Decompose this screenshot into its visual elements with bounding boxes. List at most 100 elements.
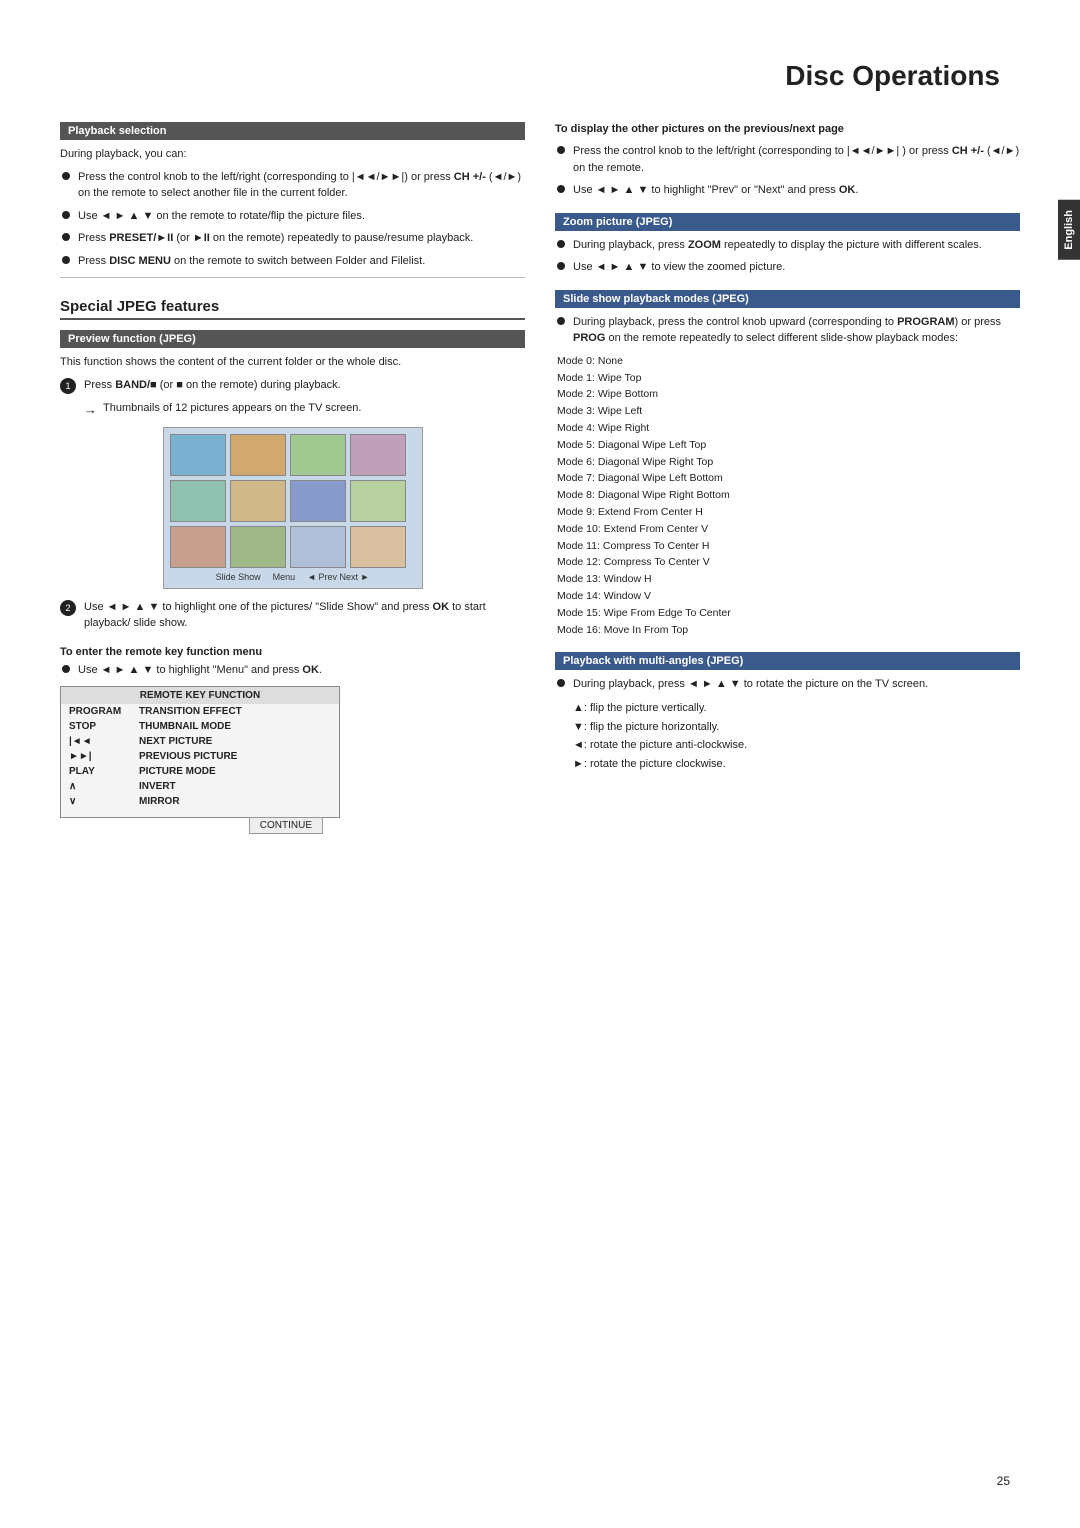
multi-sub-4: ►: rotate the picture clockwise. (573, 755, 1020, 774)
bullet-dot (62, 665, 70, 673)
remote-key-play: PLAY (69, 766, 139, 777)
thumb-row-1 (170, 434, 416, 476)
bullet-dot (557, 240, 565, 248)
mode-13: Mode 13: Window H (557, 571, 1020, 588)
thumb-row-2 (170, 480, 416, 522)
remote-menu-text: Use ◄ ► ▲ ▼ to highlight "Menu" and pres… (78, 662, 525, 679)
bullet-dot (557, 146, 565, 154)
thumb-cell (290, 434, 346, 476)
playback-bullet-2-text: Use ◄ ► ▲ ▼ on the remote to rotate/flip… (78, 208, 525, 225)
playback-bullet-3: Press PRESET/►II (or ►II on the remote) … (60, 230, 525, 247)
multi-sub-3: ◄: rotate the picture anti-clockwise. (573, 736, 1020, 755)
mode-14: Mode 14: Window V (557, 588, 1020, 605)
remote-val-down: MIRROR (139, 796, 331, 807)
zoom-jpeg-header: Zoom picture (JPEG) (555, 213, 1020, 231)
zoom-bullet-1-text: During playback, press ZOOM repeatedly t… (573, 237, 1020, 254)
mode-8: Mode 8: Diagonal Wipe Right Bottom (557, 487, 1020, 504)
multi-angles-intro: During playback, press ◄ ► ▲ ▼ to rotate… (573, 676, 1020, 693)
remote-val-program: TRANSITION EFFECT (139, 706, 331, 717)
mode-7: Mode 7: Diagonal Wipe Left Bottom (557, 470, 1020, 487)
remote-table-row: ∧ INVERT (61, 779, 339, 794)
thumb-cell (170, 480, 226, 522)
thumb-cell (290, 480, 346, 522)
thumb-bar-slideshow: Slide Show (216, 572, 261, 582)
playback-intro: During playback, you can: (60, 146, 525, 163)
remote-table-row: ►►| PREVIOUS PICTURE (61, 749, 339, 764)
step-1-arrow-text: Thumbnails of 12 pictures appears on the… (103, 402, 361, 414)
thumb-cell (230, 526, 286, 568)
preview-function-header: Preview function (JPEG) (60, 330, 525, 348)
playback-bullet-2: Use ◄ ► ▲ ▼ on the remote to rotate/flip… (60, 208, 525, 225)
remote-val-stop: THUMBNAIL MODE (139, 721, 331, 732)
continue-button[interactable]: CONTINUE (249, 817, 323, 834)
remote-menu-subheader: To enter the remote key function menu (60, 646, 525, 658)
page-number: 25 (997, 1474, 1010, 1488)
remote-table-row: PLAY PICTURE MODE (61, 764, 339, 779)
step-2-number: 2 (60, 600, 76, 616)
left-column: Playback selection During playback, you … (60, 122, 525, 838)
remote-key-table: REMOTE KEY FUNCTION PROGRAM TRANSITION E… (60, 686, 340, 818)
playback-bullet-4-text: Press DISC MENU on the remote to switch … (78, 253, 525, 270)
remote-table-row: STOP THUMBNAIL MODE (61, 719, 339, 734)
thumb-cell (350, 526, 406, 568)
mode-16: Mode 16: Move In From Top (557, 622, 1020, 639)
multi-angles-subbullets: ▲: flip the picture vertically. ▼: flip … (573, 699, 1020, 774)
remote-table-row: PROGRAM TRANSITION EFFECT (61, 704, 339, 719)
remote-key-down: ∨ (69, 796, 139, 807)
playback-bullet-1-text: Press the control knob to the left/right… (78, 169, 525, 202)
playback-selection-section: Playback selection During playback, you … (60, 122, 525, 269)
arrow-symbol: → (84, 402, 97, 417)
preview-intro: This function shows the content of the c… (60, 354, 525, 371)
main-content: Playback selection During playback, you … (60, 122, 1020, 838)
bullet-dot (557, 679, 565, 687)
thumb-cell (350, 480, 406, 522)
mode-11: Mode 11: Compress To Center H (557, 538, 1020, 555)
mode-4: Mode 4: Wipe Right (557, 420, 1020, 437)
remote-val-next: PREVIOUS PICTURE (139, 751, 331, 762)
bullet-dot (62, 172, 70, 180)
mode-list: Mode 0: None Mode 1: Wipe Top Mode 2: Wi… (557, 353, 1020, 639)
playback-selection-header: Playback selection (60, 122, 525, 140)
language-tab: English (1058, 200, 1080, 260)
multi-angles-section: Playback with multi-angles (JPEG) During… (555, 652, 1020, 773)
mode-0: Mode 0: None (557, 353, 1020, 370)
mode-15: Mode 15: Wipe From Edge To Center (557, 605, 1020, 622)
step-1-number: 1 (60, 378, 76, 394)
zoom-bullet-1: During playback, press ZOOM repeatedly t… (555, 237, 1020, 254)
display-other-bullet-1-text: Press the control knob to the left/right… (573, 143, 1020, 176)
bullet-dot (557, 317, 565, 325)
remote-key-program: PROGRAM (69, 706, 139, 717)
thumb-row-3 (170, 526, 416, 568)
remote-key-stop: STOP (69, 721, 139, 732)
display-other-bullet-2: Use ◄ ► ▲ ▼ to highlight "Prev" or "Next… (555, 182, 1020, 199)
bullet-dot (62, 256, 70, 264)
remote-key-up: ∧ (69, 781, 139, 792)
continue-btn-wrapper: CONTINUE (61, 809, 339, 817)
mode-6: Mode 6: Diagonal Wipe Right Top (557, 454, 1020, 471)
bullet-dot (62, 233, 70, 241)
slideshow-intro-bullet: During playback, press the control knob … (555, 314, 1020, 347)
mode-9: Mode 9: Extend From Center H (557, 504, 1020, 521)
right-column: To display the other pictures on the pre… (555, 122, 1020, 838)
remote-menu-section: To enter the remote key function menu Us… (60, 646, 525, 819)
display-other-bullet-2-text: Use ◄ ► ▲ ▼ to highlight "Prev" or "Next… (573, 182, 1020, 199)
thumb-bar-menu: Menu (273, 572, 296, 582)
page: English Disc Operations Playback selecti… (0, 0, 1080, 1528)
remote-table-row: ∨ MIRROR (61, 794, 339, 809)
bullet-dot (557, 185, 565, 193)
step-1-arrow: → Thumbnails of 12 pictures appears on t… (84, 402, 525, 417)
remote-key-next: ►►| (69, 751, 139, 762)
multi-sub-1: ▲: flip the picture vertically. (573, 699, 1020, 718)
remote-table-header: REMOTE KEY FUNCTION (61, 687, 339, 704)
zoom-jpeg-section: Zoom picture (JPEG) During playback, pre… (555, 213, 1020, 276)
mode-5: Mode 5: Diagonal Wipe Left Top (557, 437, 1020, 454)
zoom-bullet-2-text: Use ◄ ► ▲ ▼ to view the zoomed picture. (573, 259, 1020, 276)
slideshow-modes-section: Slide show playback modes (JPEG) During … (555, 290, 1020, 639)
special-jpeg-title: Special JPEG features (60, 298, 525, 320)
step-2-item: 2 Use ◄ ► ▲ ▼ to highlight one of the pi… (60, 599, 525, 632)
thumb-cell (230, 480, 286, 522)
mode-3: Mode 3: Wipe Left (557, 403, 1020, 420)
thumb-cell (170, 526, 226, 568)
playback-bullet-3-text: Press PRESET/►II (or ►II on the remote) … (78, 230, 525, 247)
thumb-cell (290, 526, 346, 568)
